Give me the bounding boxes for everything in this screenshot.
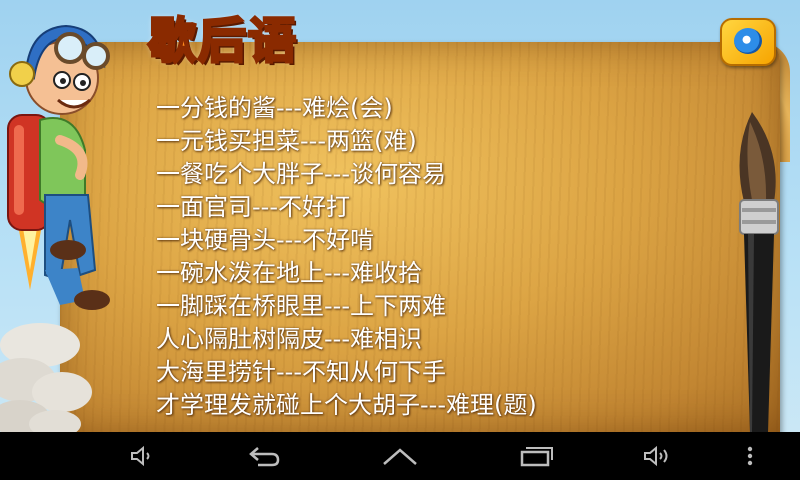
list-item: 一块硬骨头---不好啃: [156, 226, 374, 254]
paint-brush-illustration: [739, 112, 779, 432]
list-item: 人心隔肚树隔皮---难相识: [156, 325, 422, 353]
menu-icon: [747, 446, 753, 466]
app-logo-icon[interactable]: [720, 18, 776, 66]
list-item: 一脚踩在桥眼里---上下两难: [156, 292, 446, 320]
recent-apps-icon: [520, 447, 553, 467]
list-item: 一餐吃个大胖子---谈何容易: [156, 160, 446, 188]
list-item: 一元钱买担菜---两篮(难): [156, 127, 417, 155]
list-item: 才学理发就碰上个大胡子---难理(题): [156, 391, 537, 418]
back-icon: [249, 447, 280, 467]
volume-up-icon: [644, 445, 668, 467]
volume-down-icon: [131, 445, 150, 467]
page-title: 歇后语: [146, 12, 299, 71]
list-item: 大海里捞针---不知从何下手: [156, 358, 446, 386]
list-item: 一碗水泼在地上---难收拾: [156, 259, 422, 287]
navigation-bar: [0, 432, 800, 480]
list-item: 一面官司---不好打: [156, 193, 350, 221]
proverb-list[interactable]: 一分钱的酱---难烩(会) 一元钱买担菜---两篮(难) 一餐吃个大胖子---谈…: [156, 92, 716, 418]
volume-up-button[interactable]: [626, 432, 686, 480]
menu-button[interactable]: [720, 432, 780, 480]
cartoon-boy-jetpack-illustration: [0, 24, 110, 438]
home-icon: [383, 448, 417, 465]
volume-down-button[interactable]: [112, 432, 172, 480]
home-button[interactable]: [370, 432, 430, 480]
recent-apps-button[interactable]: [506, 432, 566, 480]
back-button[interactable]: [234, 432, 294, 480]
list-item: 一分钱的酱---难烩(会): [156, 94, 393, 122]
